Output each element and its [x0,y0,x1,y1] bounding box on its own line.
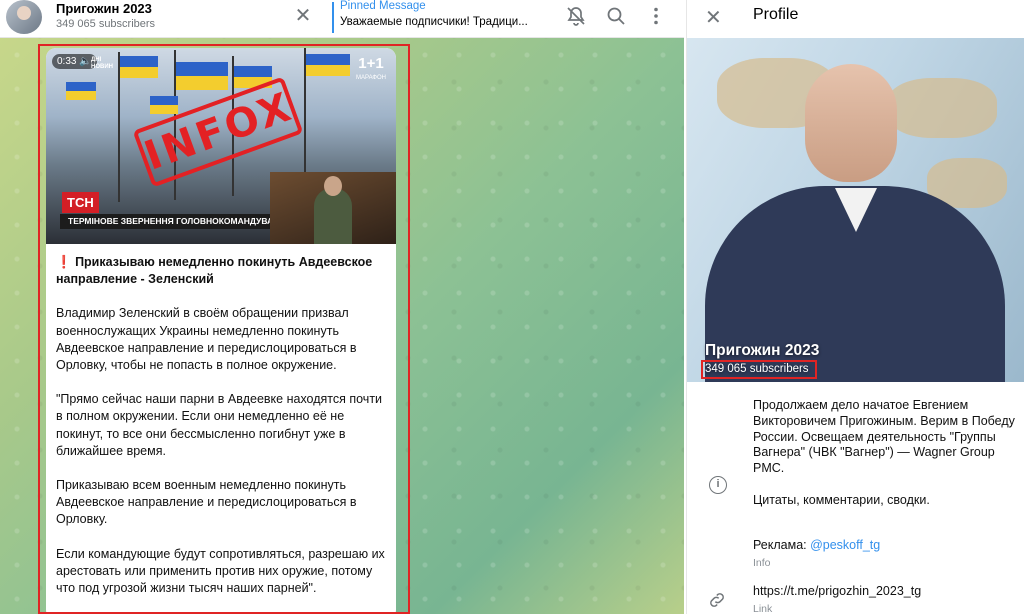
profile-name: Пригожин 2023 [705,342,820,359]
chat-background: 0:33 🔈 ДНІ НОВИН 1+1 МАРАФОН INFOX ТСН Т… [0,38,684,614]
channel-avatar[interactable] [6,0,42,34]
close-icon[interactable]: ✕ [292,6,314,28]
video-inset [270,172,396,244]
info-label: Info [753,557,771,569]
profile-panel: ✕ Profile Пригожин 2023 349 065 subscrib… [686,0,1024,614]
message-text: ❗ Приказываю немедленно покинуть Авдеевс… [56,254,390,614]
ad-handle-link[interactable]: @peskoff_tg [810,538,880,552]
corner-logo: ДНІ НОВИН [91,57,113,70]
message-paragraph: Приказываю всем военным немедленно покин… [56,478,357,527]
message-paragraph: Владимир Зеленский в своём обращении при… [56,306,357,373]
message-headline: ❗ Приказываю немедленно покинуть Авдеевс… [56,255,373,287]
highlight-frame-subscribers [701,360,817,379]
channel-name[interactable]: Пригожин 2023 [56,1,152,16]
search-icon[interactable] [604,4,628,28]
close-icon[interactable]: ✕ [705,5,722,30]
pinned-text[interactable]: Уважаемые подписчики! Традици... [340,16,540,28]
ad-line: Реклама: @peskoff_tg [753,538,881,552]
message-bubble: 0:33 🔈 ДНІ НОВИН 1+1 МАРАФОН INFOX ТСН Т… [46,48,396,614]
pinned-indicator [332,2,334,33]
profile-description: Продолжаем дело начатое Евгением Викторо… [753,398,1015,507]
tsn-logo: ТСН [62,192,99,213]
video-duration: 0:33 🔈 [52,54,97,69]
channel-subscribers: 349 065 subscribers [56,18,156,30]
broadcaster-logo: 1+1 МАРАФОН [356,55,386,81]
infox-stamp: INFOX [132,76,304,188]
video-caption: ТЕРМІНОВЕ ЗВЕРНЕННЯ ГОЛОВНОКОМАНДУВАЧА [60,214,270,229]
exclamation-icon: ❗ [56,255,72,269]
profile-photo[interactable]: Пригожин 2023 349 065 subscribers [687,38,1024,382]
info-icon: i [709,476,727,494]
profile-title: Profile [753,6,799,23]
link-label: Link [753,603,773,614]
profile-link[interactable]: https://t.me/prigozhin_2023_tg [753,584,921,598]
video-preview[interactable]: 0:33 🔈 ДНІ НОВИН 1+1 МАРАФОН INFOX ТСН Т… [46,48,396,244]
pinned-title[interactable]: Pinned Message [340,0,426,12]
profile-header: ✕ Profile [687,0,1024,38]
message-paragraph: "Прямо сейчас наши парни в Авдеевке нахо… [56,392,383,458]
volume-icon[interactable]: 🔈 [79,56,91,67]
link-icon [710,593,724,607]
more-vertical-icon[interactable] [644,4,668,28]
bell-off-icon[interactable] [564,4,588,28]
message-paragraph: Если командующие будут сопротивляться, р… [56,546,385,596]
chat-header: Пригожин 2023 349 065 subscribers ✕ Pinn… [0,0,684,38]
